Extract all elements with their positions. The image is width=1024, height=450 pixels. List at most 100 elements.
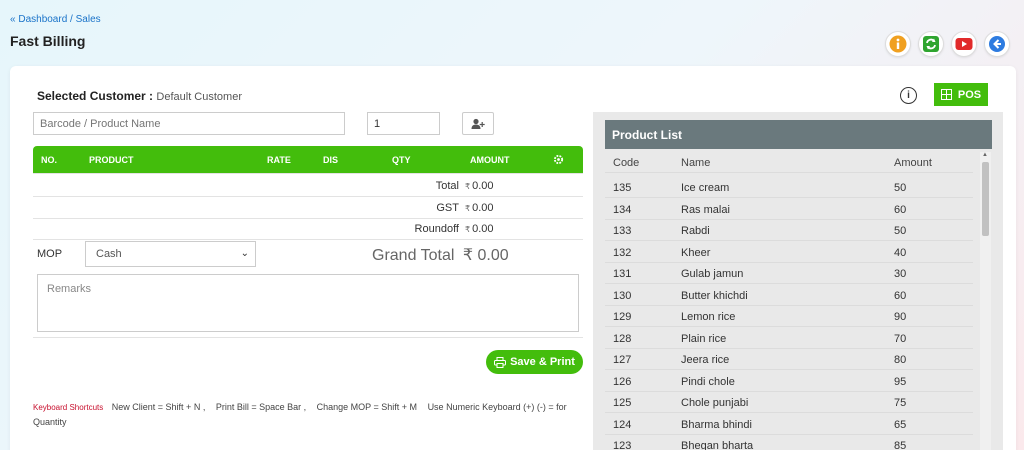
refresh-button[interactable] bbox=[918, 31, 944, 57]
divider bbox=[33, 337, 583, 338]
product-list-row[interactable]: 127 Jeera rice 80 bbox=[605, 349, 973, 370]
product-amount: 50 bbox=[894, 225, 907, 237]
breadcrumb-separator: / bbox=[70, 14, 73, 25]
product-name: Jeera rice bbox=[681, 354, 730, 366]
info-icon: i bbox=[907, 90, 910, 101]
scrollbar-thumb[interactable] bbox=[982, 162, 989, 236]
product-list-row[interactable]: 131 Gulab jamun 30 bbox=[605, 263, 973, 284]
shortcut-new-client: New Client = Shift + N , bbox=[111, 402, 206, 412]
remarks-textarea[interactable]: Remarks bbox=[37, 274, 579, 332]
shortcut-print-bill: Print Bill = Space Bar , bbox=[215, 402, 307, 412]
add-customer-button[interactable] bbox=[462, 112, 494, 135]
product-name: Bhegan bharta bbox=[681, 440, 754, 450]
remarks-placeholder: Remarks bbox=[47, 283, 92, 295]
product-list-title: Product List bbox=[605, 120, 992, 149]
save-print-button[interactable]: Save & Print bbox=[486, 350, 583, 374]
col-code: Code bbox=[613, 157, 640, 169]
col-amount: Amount bbox=[894, 157, 932, 169]
product-name: Lemon rice bbox=[681, 311, 736, 323]
col-qty: QTY bbox=[392, 155, 411, 165]
total-value: ₹0.00 bbox=[465, 180, 494, 192]
col-name: Name bbox=[681, 157, 711, 169]
info-button[interactable]: i bbox=[900, 87, 917, 104]
product-list-panel: Product List Code Name Amount 135 Ice cre… bbox=[593, 112, 1003, 450]
product-code: 135 bbox=[613, 182, 632, 194]
product-list-row[interactable]: 132 Kheer 40 bbox=[605, 242, 973, 263]
back-button[interactable] bbox=[984, 31, 1010, 57]
printer-icon bbox=[494, 356, 507, 368]
add-user-icon bbox=[471, 118, 485, 129]
product-amount: 60 bbox=[894, 203, 907, 216]
cart-table-header: NO. PRODUCT RATE DIS QTY AMOUNT bbox=[33, 146, 583, 173]
product-amount: 60 bbox=[894, 289, 907, 302]
product-name: Ras malai bbox=[681, 203, 730, 216]
product-list-row[interactable]: 129 Lemon rice 90 bbox=[605, 306, 973, 327]
product-amount: 30 bbox=[894, 268, 907, 280]
product-list-row[interactable]: 135 Ice cream 50 bbox=[605, 177, 973, 198]
barcode-search-input[interactable] bbox=[33, 112, 345, 135]
quantity-input[interactable] bbox=[367, 112, 440, 135]
mop-selected-value: Cash bbox=[96, 248, 122, 260]
product-name: Bharma bhindi bbox=[681, 418, 752, 431]
shortcuts-title: Keyboard Shortcuts bbox=[33, 403, 104, 412]
youtube-icon bbox=[955, 38, 973, 50]
product-list-row[interactable]: 123 Bhegan bharta 85 bbox=[605, 435, 973, 450]
breadcrumb-prefix: « bbox=[10, 14, 16, 25]
product-code: 133 bbox=[613, 225, 632, 237]
product-code: 129 bbox=[613, 311, 632, 323]
total-row: Total ₹0.00 bbox=[33, 175, 583, 197]
mop-label: MOP bbox=[37, 248, 63, 260]
pos-button[interactable]: POS bbox=[934, 83, 988, 106]
product-name: Butter khichdi bbox=[681, 289, 748, 302]
top-toolbar bbox=[885, 31, 1010, 57]
product-amount: 95 bbox=[894, 375, 907, 388]
product-code: 130 bbox=[613, 289, 632, 302]
product-code: 125 bbox=[613, 397, 632, 409]
breadcrumb-sales-link[interactable]: Sales bbox=[76, 14, 101, 25]
info-button[interactable] bbox=[885, 31, 911, 57]
product-amount: 65 bbox=[894, 418, 907, 431]
product-name: Gulab jamun bbox=[681, 268, 744, 280]
product-code: 131 bbox=[613, 268, 632, 280]
back-icon bbox=[989, 36, 1005, 52]
product-name: Kheer bbox=[681, 246, 711, 259]
product-code: 132 bbox=[613, 246, 632, 259]
scroll-up-icon[interactable]: ▲ bbox=[982, 152, 988, 158]
selected-customer-value: Default Customer bbox=[156, 91, 242, 103]
gst-value: ₹0.00 bbox=[465, 202, 494, 214]
product-list-scrollbar[interactable]: ▲ bbox=[980, 152, 991, 450]
total-label: Total bbox=[435, 180, 459, 192]
product-list-row[interactable]: 125 Chole punjabi 75 bbox=[605, 392, 973, 413]
grand-total-label: Grand Total bbox=[372, 247, 455, 264]
product-name: Plain rice bbox=[681, 332, 727, 345]
product-amount: 70 bbox=[894, 332, 907, 345]
product-code: 134 bbox=[613, 203, 632, 216]
product-amount: 50 bbox=[894, 182, 907, 194]
product-list-row[interactable]: 133 Rabdi 50 bbox=[605, 220, 973, 241]
product-list-row[interactable]: 134 Ras malai 60 bbox=[605, 199, 973, 220]
mop-select[interactable]: Cash ⌄ bbox=[85, 241, 256, 267]
product-list-row[interactable]: 124 Bharma bhindi 65 bbox=[605, 414, 973, 435]
product-amount: 75 bbox=[894, 397, 907, 409]
divider bbox=[33, 173, 583, 174]
product-list-row[interactable]: 130 Butter khichdi 60 bbox=[605, 285, 973, 306]
col-rate: RATE bbox=[267, 155, 291, 165]
product-amount: 90 bbox=[894, 311, 907, 323]
settings-button[interactable] bbox=[553, 154, 564, 167]
roundoff-row: Roundoff ₹0.00 bbox=[33, 218, 583, 240]
product-list-row[interactable]: 128 Plain rice 70 bbox=[605, 328, 973, 349]
product-code: 127 bbox=[613, 354, 632, 366]
product-name: Chole punjabi bbox=[681, 397, 749, 409]
product-list-row[interactable]: 126 Pindi chole 95 bbox=[605, 371, 973, 392]
roundoff-label: Roundoff bbox=[414, 223, 459, 235]
roundoff-value: ₹0.00 bbox=[465, 223, 494, 235]
gear-icon bbox=[553, 154, 564, 165]
breadcrumb-dashboard-link[interactable]: Dashboard bbox=[18, 14, 67, 25]
col-no: NO. bbox=[41, 155, 58, 165]
info-icon bbox=[889, 35, 907, 53]
product-name: Pindi chole bbox=[681, 375, 735, 388]
col-amount: AMOUNT bbox=[470, 155, 510, 165]
chevron-down-icon: ⌄ bbox=[240, 248, 249, 259]
product-name: Ice cream bbox=[681, 182, 730, 194]
youtube-button[interactable] bbox=[951, 31, 977, 57]
